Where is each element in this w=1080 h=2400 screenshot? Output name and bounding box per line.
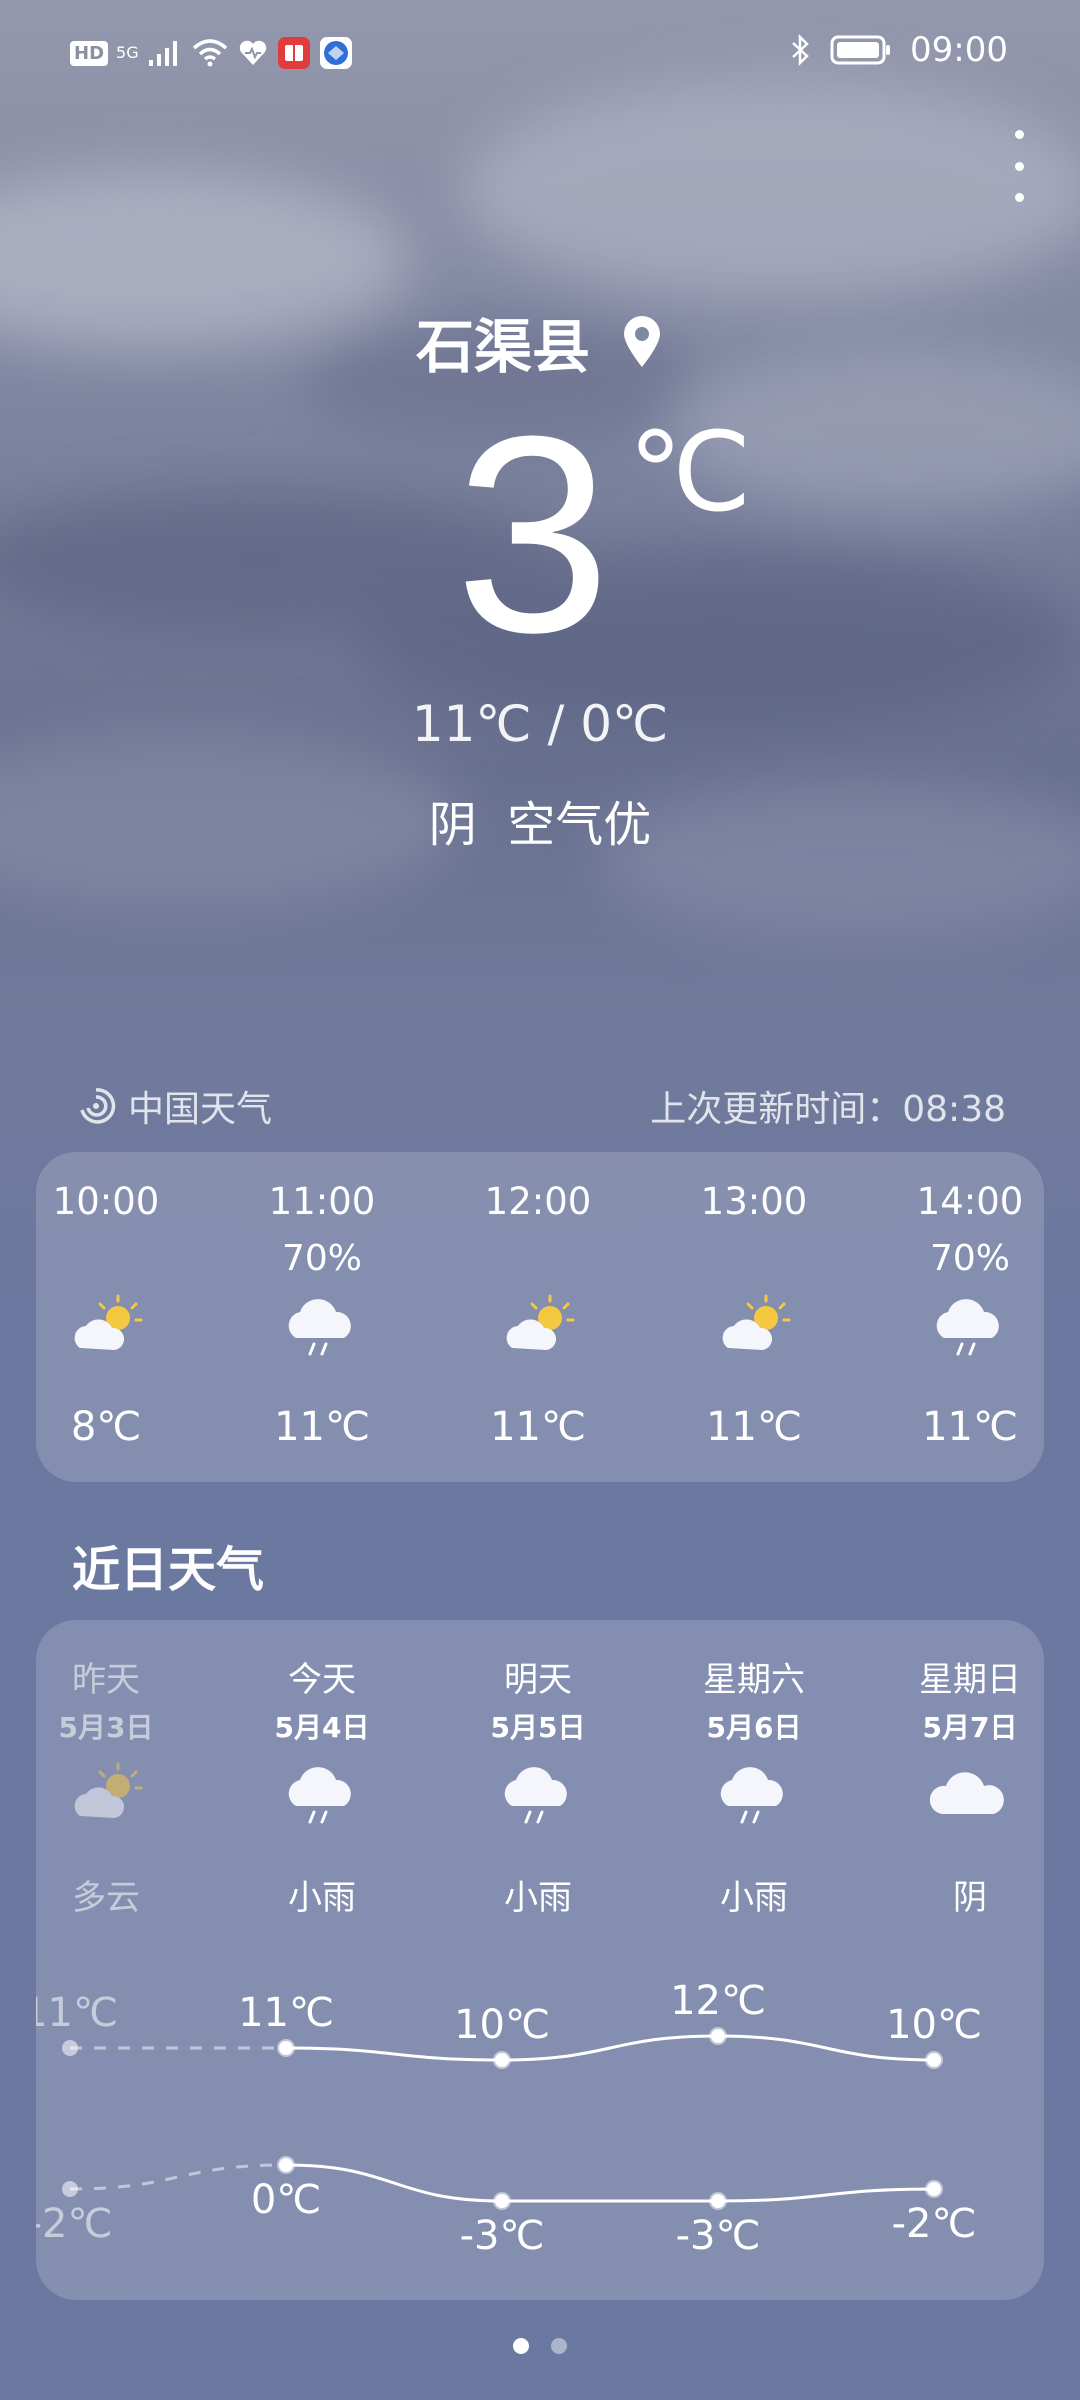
red-app-icon	[277, 37, 310, 69]
partly-sunny-icon	[722, 1294, 791, 1350]
signal-icon	[148, 41, 177, 66]
more-dot-icon	[1014, 161, 1024, 171]
low-temp-line	[285, 2163, 935, 2203]
day-date: 5月3日	[58, 1711, 154, 1744]
current-temperature-unit: ℃	[628, 411, 752, 534]
rain-icon	[288, 1299, 351, 1356]
day-name: 明天	[504, 1660, 572, 1700]
current-temperature: 3	[455, 379, 611, 691]
page-indicator[interactable]	[0, 2338, 1080, 2354]
partly-sunny-icon	[74, 1294, 143, 1350]
day-name: 星期六	[703, 1660, 805, 1700]
day-date: 5月5日	[490, 1711, 586, 1744]
precip-chance: 70%	[281, 1238, 362, 1279]
hour-time: 10:00	[52, 1180, 160, 1223]
location-header[interactable]: 石渠县	[0, 300, 1080, 384]
day-date: 5月7日	[922, 1711, 1018, 1744]
cloudy-icon	[929, 1772, 1004, 1814]
low-temp-point	[709, 2192, 727, 2210]
high-temp-point	[493, 2051, 511, 2069]
low-temp-point	[493, 2192, 511, 2210]
day-name: 星期日	[919, 1660, 1021, 1700]
china-weather-logo-icon	[80, 1088, 116, 1124]
rain-icon	[288, 1767, 351, 1824]
partly-sunny-icon	[74, 1762, 143, 1818]
high-temp-point	[62, 2040, 78, 2056]
daily-forecast-title: 近日天气	[72, 1542, 265, 1598]
day-condition: 小雨	[288, 1878, 356, 1918]
rain-icon	[720, 1767, 783, 1824]
low-temp-label: -3℃	[675, 2213, 761, 2259]
day-condition: 阴	[953, 1878, 987, 1918]
low-temp-label: -2℃	[891, 2201, 977, 2247]
high-temp-label: 12℃	[670, 1978, 766, 2024]
hour-temperature: 11℃	[490, 1404, 586, 1450]
location-pin-icon	[624, 316, 660, 367]
day-date: 5月4日	[274, 1711, 370, 1744]
battery-icon	[830, 35, 891, 65]
status-time: 09:00	[910, 30, 1008, 70]
status-bar: HD 5G 09:00	[0, 30, 1080, 78]
condition-text: 阴	[428, 797, 477, 853]
day-name: 今天	[288, 1660, 356, 1700]
today-high-low: 11℃ / 0℃	[411, 695, 669, 753]
high-temp-point	[925, 2051, 943, 2069]
bluetooth-icon	[792, 33, 809, 67]
partly-sunny-icon	[506, 1294, 575, 1350]
day-condition: 多云	[72, 1878, 140, 1918]
precip-chance: 70%	[929, 1238, 1010, 1279]
low-temp-label: -3℃	[459, 2213, 545, 2259]
source-name: 中国天气	[128, 1089, 273, 1130]
more-dot-icon	[1014, 193, 1024, 202]
hour-temperature: 11℃	[706, 1404, 802, 1450]
hourly-forecast-card[interactable]: 10:00 8℃ 11:00 70% 11℃ 12:00 11℃ 13:00 11℃ 14:00 7…	[36, 1152, 1044, 1482]
high-temp-label: 10℃	[886, 2002, 982, 2048]
page-dot[interactable]	[513, 2338, 529, 2354]
last-update: 上次更新时间：08:38	[650, 1080, 1006, 1132]
high-temp-label: 10℃	[454, 2002, 550, 2048]
day-condition: 小雨	[504, 1878, 572, 1918]
wifi-icon	[192, 39, 227, 67]
low-temp-point	[925, 2180, 943, 2198]
data-source: 中国天气	[76, 1080, 272, 1132]
low-temp-point	[62, 2181, 78, 2197]
day-name: 昨天	[72, 1660, 140, 1700]
city-name: 石渠县	[415, 313, 590, 381]
update-time: 08:38	[902, 1089, 1006, 1130]
update-label: 上次更新时间：	[650, 1089, 903, 1130]
hour-temperature: 11℃	[922, 1404, 1018, 1450]
hour-time: 12:00	[484, 1180, 592, 1223]
air-quality-text: 空气优	[507, 797, 652, 853]
low-temp-label: -2℃	[36, 2201, 113, 2247]
low-temp-point	[277, 2156, 295, 2174]
network-type-label: 5G	[116, 43, 139, 62]
rain-icon	[936, 1299, 999, 1356]
current-condition: 阴 空气优	[0, 785, 1080, 855]
more-dot-icon	[1014, 130, 1024, 139]
more-options-button[interactable]	[1004, 130, 1034, 202]
hour-time: 14:00	[916, 1180, 1024, 1223]
hour-temperature: 11℃	[274, 1404, 370, 1450]
hour-time: 11:00	[268, 1180, 376, 1223]
status-right: 09:00	[790, 30, 1008, 70]
high-temp-label: 11℃	[238, 1990, 334, 2036]
hour-temperature: 8℃	[70, 1404, 142, 1450]
high-temp-point	[277, 2039, 295, 2057]
high-temp-point	[709, 2027, 727, 2045]
heart-icon	[239, 40, 266, 65]
high-temp-line	[285, 2034, 935, 2062]
blue-app-icon	[319, 37, 352, 69]
day-date: 5月6日	[706, 1711, 802, 1744]
hour-time: 13:00	[700, 1180, 808, 1223]
status-left: HD 5G	[70, 36, 353, 70]
high-temp-label: 11℃	[36, 1990, 118, 2036]
day-condition: 小雨	[720, 1878, 788, 1918]
page-dot[interactable]	[551, 2338, 567, 2354]
daily-forecast-card[interactable]: 昨天 5月3日多云 今天 5月4日小雨 明天 5月5日小雨 星期六 5月6日小雨 星期日 5月7日…	[36, 1620, 1044, 2300]
low-temp-label: 0℃	[250, 2177, 322, 2223]
rain-icon	[504, 1767, 567, 1824]
hd-icon: HD	[70, 40, 109, 66]
